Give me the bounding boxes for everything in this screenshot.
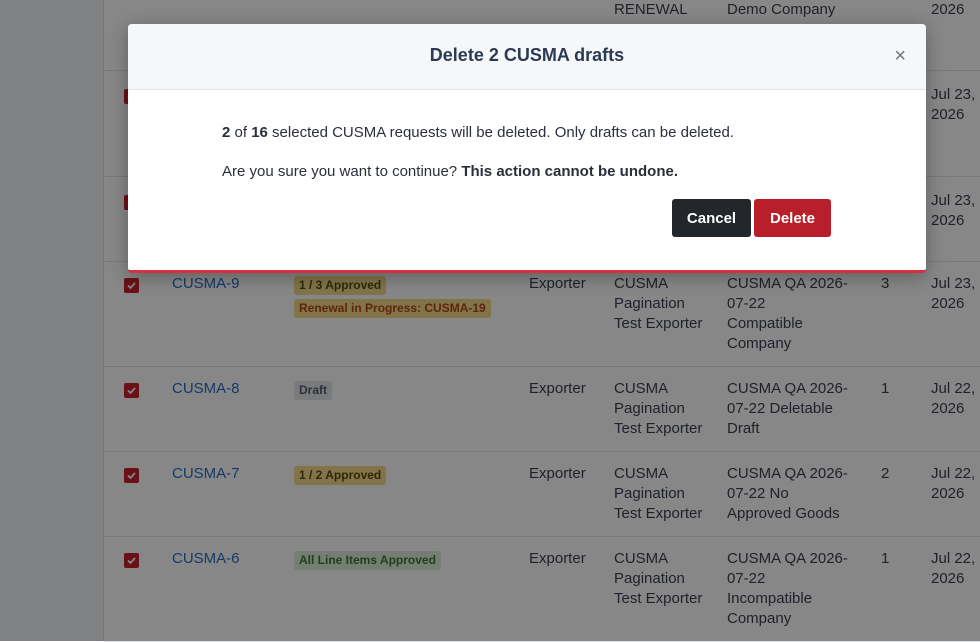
dialog-title: Delete 2 CUSMA drafts	[429, 45, 625, 65]
confirm-text: Are you sure you want to continue? This …	[222, 163, 678, 180]
close-icon[interactable]: ×	[894, 46, 906, 66]
warning-text: This action cannot be undone.	[461, 163, 678, 180]
delete-summary-text: 2 of 16 selected CUSMA requests will be …	[222, 124, 734, 141]
delete-button[interactable]: Delete	[754, 199, 831, 237]
dialog-header: Delete 2 CUSMA drafts ×	[128, 24, 926, 90]
cancel-button[interactable]: Cancel	[672, 199, 751, 237]
delete-dialog: Delete 2 CUSMA drafts × 2 of 16 selected…	[128, 24, 926, 273]
